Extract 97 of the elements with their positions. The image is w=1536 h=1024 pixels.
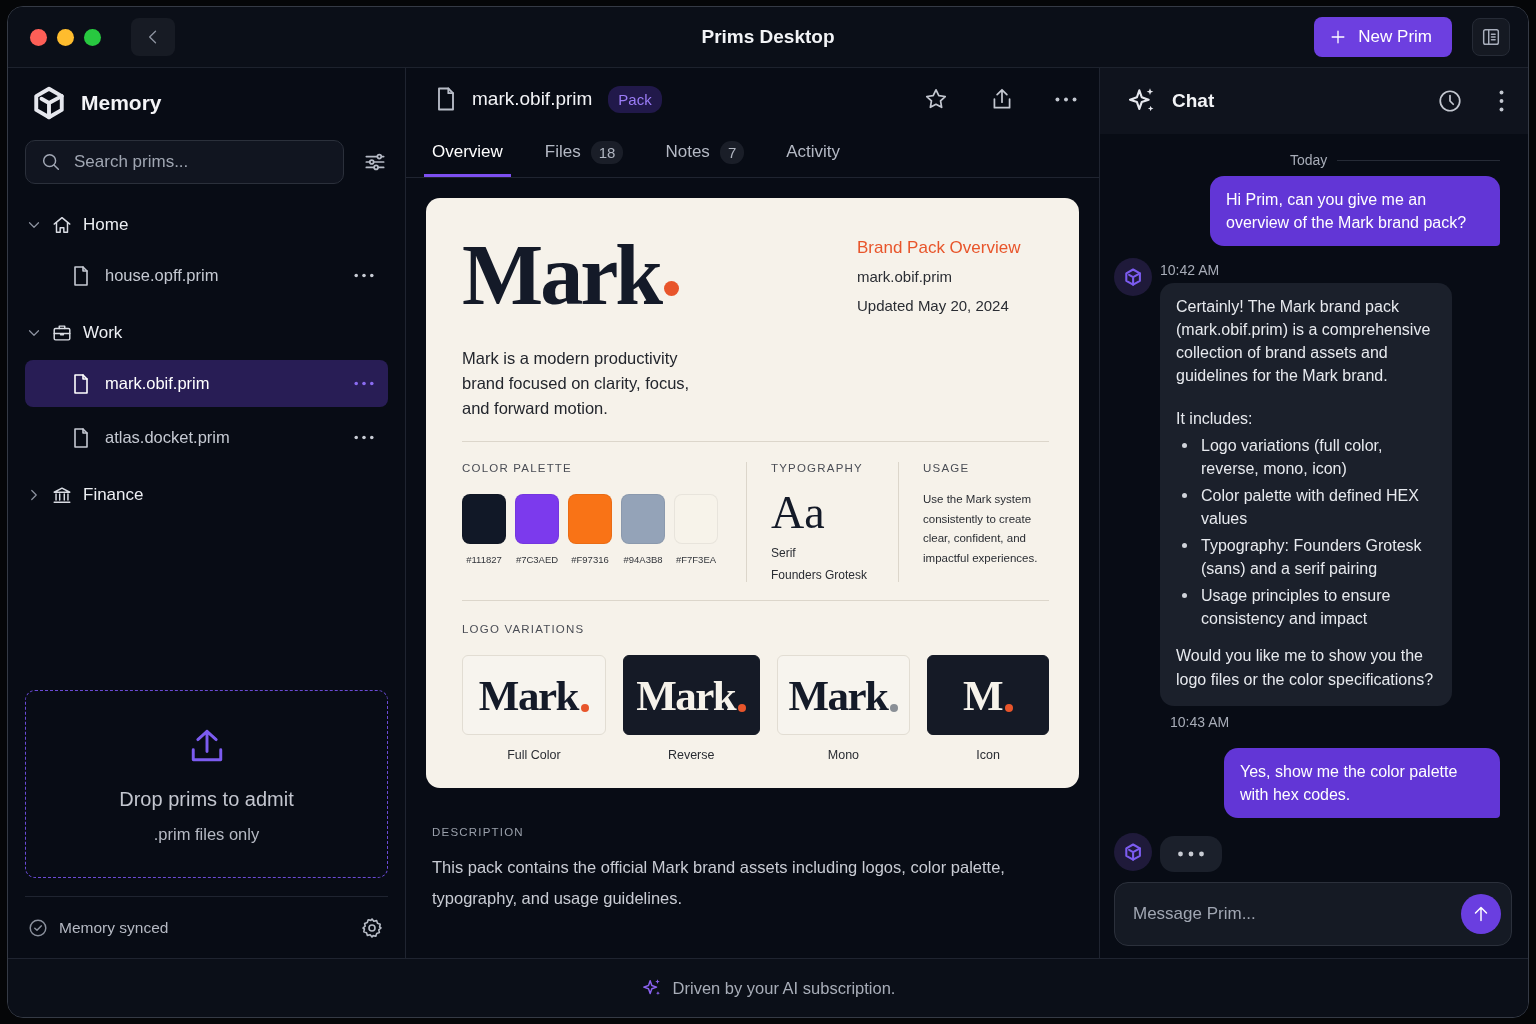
tab-count: 7 — [719, 140, 745, 164]
folder-label[interactable]: Home — [83, 215, 129, 235]
folder-label[interactable]: Work — [83, 323, 123, 343]
drop-zone-hint: .prim files only — [153, 825, 260, 844]
logo-label: Mono — [827, 748, 860, 762]
logo-wordmark: Mark — [636, 673, 747, 717]
date-divider: Today — [1290, 152, 1328, 168]
tab[interactable]: Notes 7 — [657, 130, 753, 177]
list-item: Usage principles to ensure consistency and impact — [1201, 586, 1392, 629]
drop-zone-title: Drop prims to admit — [119, 788, 294, 811]
search-field[interactable]: Search prims... — [25, 140, 344, 184]
chat-title: Chat — [1172, 90, 1216, 112]
settings-button[interactable] — [360, 915, 384, 940]
tab[interactable]: Files 18 — [536, 130, 632, 177]
section-label: TYPOGRAPHY — [771, 462, 864, 474]
maximize-button[interactable] — [84, 28, 101, 46]
type-sample: Aa — [771, 490, 826, 536]
home-icon — [51, 214, 73, 236]
file-name: house.opff.prim — [105, 266, 220, 285]
more-button[interactable] — [1055, 96, 1077, 102]
logo-tile[interactable]: Mark — [776, 655, 911, 735]
settings-icon — [360, 915, 384, 940]
send-button[interactable] — [1461, 894, 1501, 934]
message-time: 10:43 AM — [1170, 714, 1231, 730]
section-label: DESCRIPTION — [432, 826, 525, 838]
hex-code: #F97316 — [571, 554, 609, 565]
panel-toggle-button[interactable] — [1472, 18, 1510, 56]
updated-date: Updated May 20, 2024 — [857, 297, 1010, 314]
message-input[interactable]: Message Prim... — [1133, 883, 1461, 945]
type-badge: Pack — [608, 85, 662, 113]
message-text: Certainly! The Mark brand pack (mark.obif.prim) is a comprehensive collection of brand assets and guidelines for the Mark brand. — [1176, 297, 1432, 386]
logo-wordmark: Mark — [478, 673, 589, 717]
message-text: Would you like me to show you the logo files or the color specifications? — [1176, 646, 1435, 690]
user-message: Yes, show me the color palette with hex codes. — [1224, 748, 1500, 818]
tab[interactable]: Overview — [424, 130, 511, 177]
list-item: Logo variations (full color, reverse, mono, icon) — [1201, 436, 1384, 479]
hex-code: #111827 — [466, 554, 502, 565]
logo-tile[interactable]: M — [927, 655, 1049, 735]
more-icon — [1055, 96, 1077, 102]
search-icon — [40, 151, 62, 173]
new-prim-button[interactable]: New Prim — [1314, 17, 1452, 57]
hex-code: #F7F3EA — [675, 554, 717, 565]
message-text: It includes: — [1176, 409, 1254, 429]
font-name: Serif — [771, 546, 797, 560]
footer-note: Driven by your AI subscription. — [672, 978, 896, 998]
user-message: Hi Prim, can you give me an overview of the Mark brand pack? — [1210, 176, 1500, 246]
list-item: Color palette with defined HEX values — [1201, 486, 1420, 529]
sync-status: Memory synced — [59, 918, 170, 937]
file-name: mark.obif.prim — [105, 374, 211, 393]
logo-tile[interactable]: Mark — [622, 655, 760, 735]
logo-wordmark: M — [963, 673, 1014, 717]
list-item: Typography: Founders Grotesk (sans) and a serif pairing — [1201, 536, 1423, 579]
description-text: This pack contains the official Mark brand assets including logos, color palette, typography, and usage guidelines. — [432, 857, 1006, 909]
window-title: Prims Desktop — [701, 26, 835, 47]
file-name: atlas.docket.prim — [105, 428, 231, 447]
brand-intro: Mark is a modern productivity brand focused on clarity, focus, and forward motion. — [462, 348, 691, 419]
drop-zone[interactable]: Drop prims to admit .prim files only — [25, 690, 388, 878]
briefcase-icon — [51, 322, 73, 344]
menu-button[interactable] — [1499, 90, 1504, 112]
more-vertical-icon — [1499, 90, 1504, 112]
cube-logo-icon — [31, 85, 67, 121]
logo-tile[interactable]: Mark — [462, 655, 606, 735]
section-label: COLOR PALETTE — [462, 462, 573, 474]
logo-label: Reverse — [667, 748, 715, 762]
logo-wordmark: Mark — [788, 673, 899, 717]
bot-avatar-icon — [1114, 258, 1152, 296]
more-icon[interactable] — [354, 273, 374, 278]
document-title: mark.obif.prim — [472, 88, 593, 110]
bot-avatar-icon — [1114, 833, 1152, 871]
file-item[interactable]: mark.obif.prim — [25, 360, 388, 407]
section-label: LOGO VARIATIONS — [462, 623, 586, 635]
close-button[interactable] — [30, 28, 47, 46]
sidebar-title: Memory — [81, 91, 162, 115]
more-icon[interactable] — [354, 435, 374, 440]
tab-count: 18 — [590, 140, 624, 164]
tab[interactable]: Activity — [778, 130, 849, 177]
file-item[interactable]: atlas.docket.prim — [25, 414, 388, 461]
section-label: USAGE — [923, 462, 971, 474]
hex-code: #7C3AED — [515, 554, 559, 565]
brand-wordmark: Mark — [462, 232, 680, 318]
card-file-name: mark.obif.prim — [857, 268, 954, 285]
dots-icon — [1177, 851, 1205, 857]
folder-label[interactable]: Finance — [83, 485, 144, 505]
font-name: Founders Grotesk — [771, 568, 869, 582]
logo-label: Full Color — [507, 748, 561, 762]
history-button[interactable] — [1437, 88, 1463, 114]
file-item[interactable]: house.opff.prim — [25, 252, 388, 299]
message-time: 10:42 AM — [1160, 262, 1221, 278]
clock-icon — [1437, 88, 1463, 114]
logo-label: Icon — [976, 748, 1000, 762]
layout-icon — [1480, 26, 1502, 48]
search-input[interactable]: Search prims... — [74, 141, 329, 183]
message-field[interactable]: Message Prim... — [1114, 882, 1512, 946]
usage-text: Use the Mark system consistently to create clear, confident, and impactful experiences. — [923, 492, 1039, 566]
hex-code: #94A3B8 — [623, 554, 663, 565]
card-heading: Brand Pack Overview — [857, 238, 1022, 258]
minimize-button[interactable] — [57, 28, 74, 46]
